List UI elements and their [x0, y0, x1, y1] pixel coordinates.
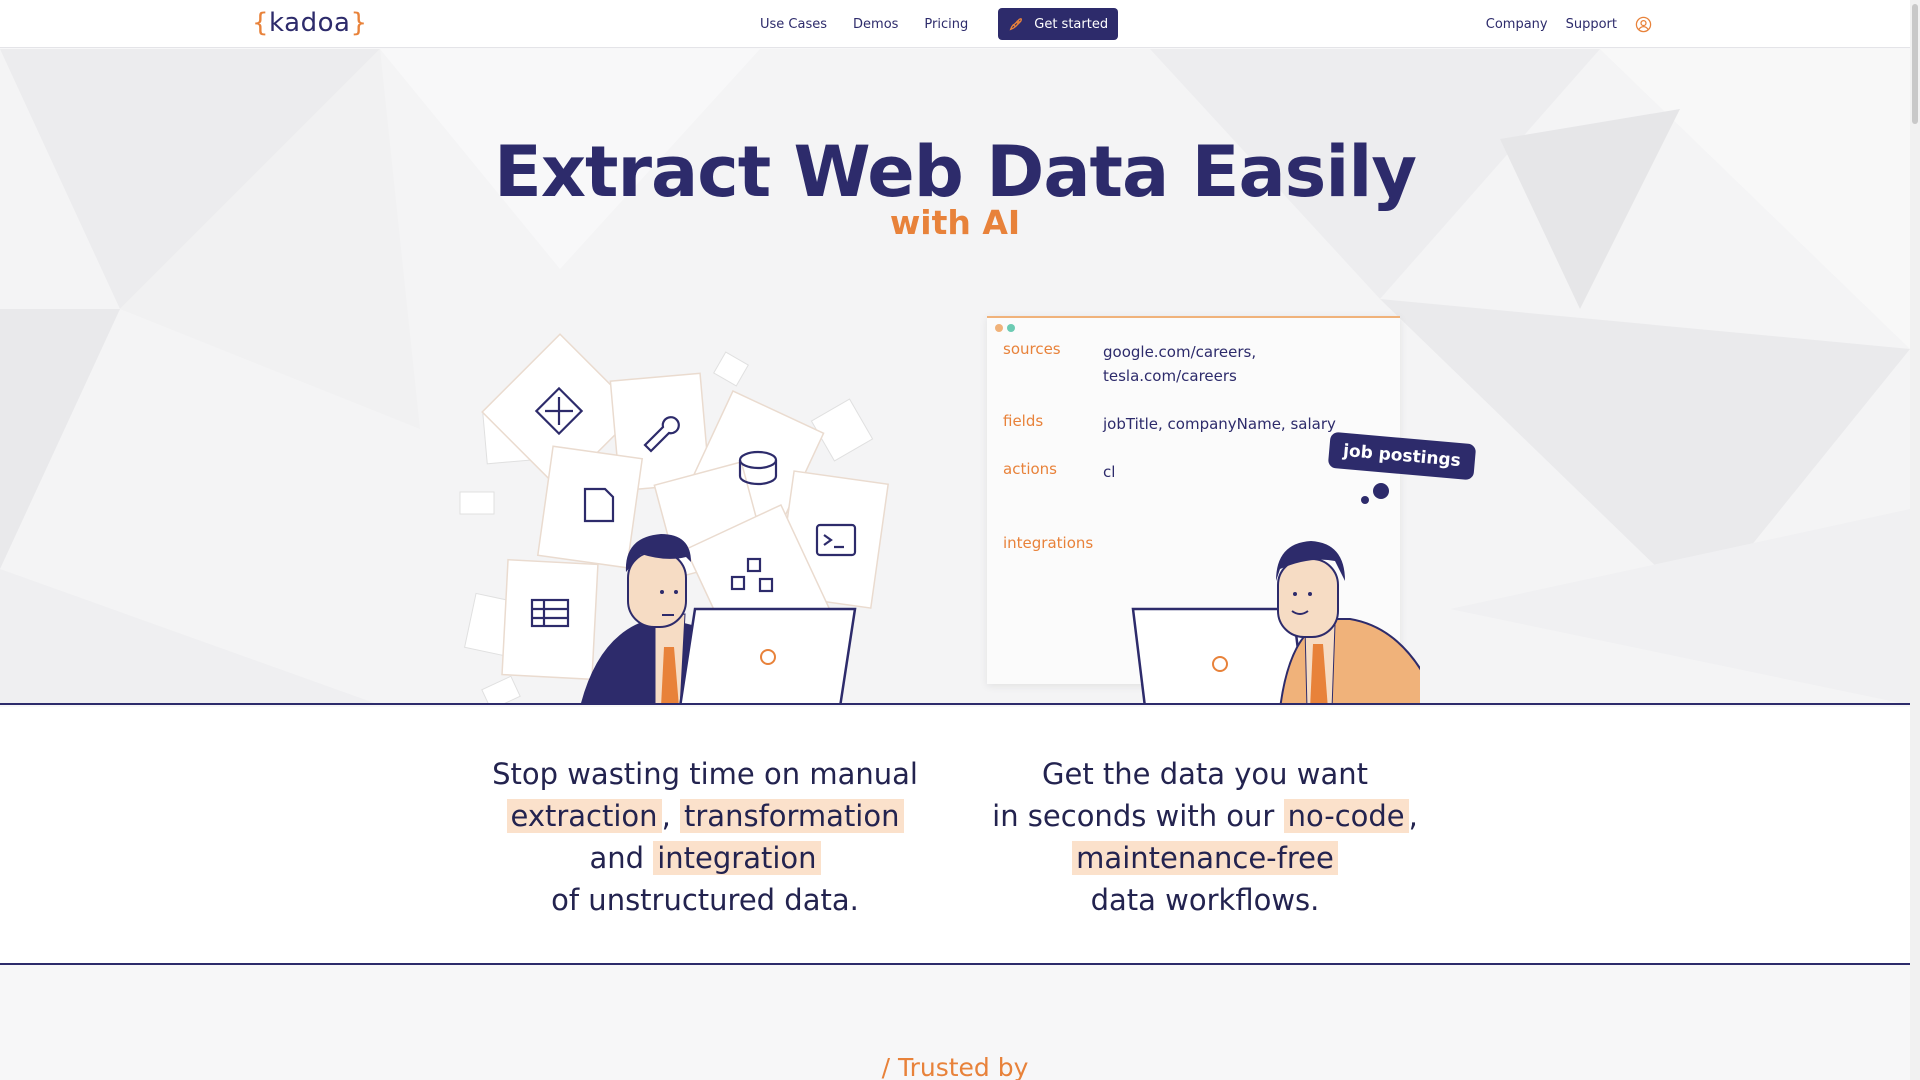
trusted-by-heading: / Trusted by [881, 1053, 1029, 1080]
top-navbar: {kadoa} Use Cases Demos Pricing Get star… [0, 0, 1910, 48]
logo-text: kadoa [269, 8, 351, 38]
hero-subtitle: with AI [889, 203, 1021, 242]
thought-dot-small [1361, 496, 1369, 504]
nav-right-links: Company Support [1486, 8, 1652, 40]
highlight-maintenance-free: maintenance-free [1072, 841, 1338, 875]
page-scrollbar[interactable] [1910, 0, 1920, 1080]
features-section: Stop wasting time on manual extraction, … [0, 707, 1910, 965]
nav-center-links: Use Cases Demos Pricing Get started [760, 8, 1119, 40]
hero-title: Extract Web Data Easily [494, 131, 1417, 213]
illustration-scattered-documents [459, 333, 890, 703]
get-started-button[interactable]: Get started [998, 8, 1119, 40]
feature-right-line1: Get the data you want [1042, 757, 1368, 791]
nav-link-support[interactable]: Support [1566, 17, 1617, 32]
nav-link-demos[interactable]: Demos [853, 17, 898, 32]
word-and: and [589, 841, 645, 875]
comma: , [1408, 799, 1418, 833]
scrollbar-thumb[interactable] [1912, 4, 1918, 124]
feature-text-right: Get the data you want in seconds with ou… [960, 753, 1450, 921]
get-started-label: Get started [1034, 16, 1109, 32]
highlight-extraction: extraction [506, 799, 662, 833]
hero-section: Extract Web Data Easily with AI sources … [0, 49, 1910, 705]
feature-left-line1: Stop wasting time on manual [492, 757, 918, 791]
highlight-no-code: no-code [1283, 799, 1409, 833]
nav-link-pricing[interactable]: Pricing [924, 17, 968, 32]
rocket-icon [1009, 18, 1023, 31]
feature-right-line2: in seconds with our [992, 799, 1275, 833]
trusted-by-section: / Trusted by [0, 967, 1910, 1080]
illustration-person-with-laptop [1131, 541, 1420, 703]
comma: , [661, 799, 671, 833]
nav-link-use-cases[interactable]: Use Cases [760, 17, 827, 32]
feature-left-line4: of unstructured data. [551, 883, 859, 917]
thought-dot-large [1373, 483, 1389, 499]
highlight-integration: integration [653, 841, 821, 875]
nav-link-company[interactable]: Company [1486, 17, 1548, 32]
kadoa-logo[interactable]: {kadoa} [252, 8, 367, 38]
highlight-transformation: transformation [680, 799, 904, 833]
feature-right-line4: data workflows. [1090, 883, 1320, 917]
feature-text-left: Stop wasting time on manual extraction, … [465, 753, 945, 921]
user-account-icon[interactable] [1635, 16, 1652, 33]
